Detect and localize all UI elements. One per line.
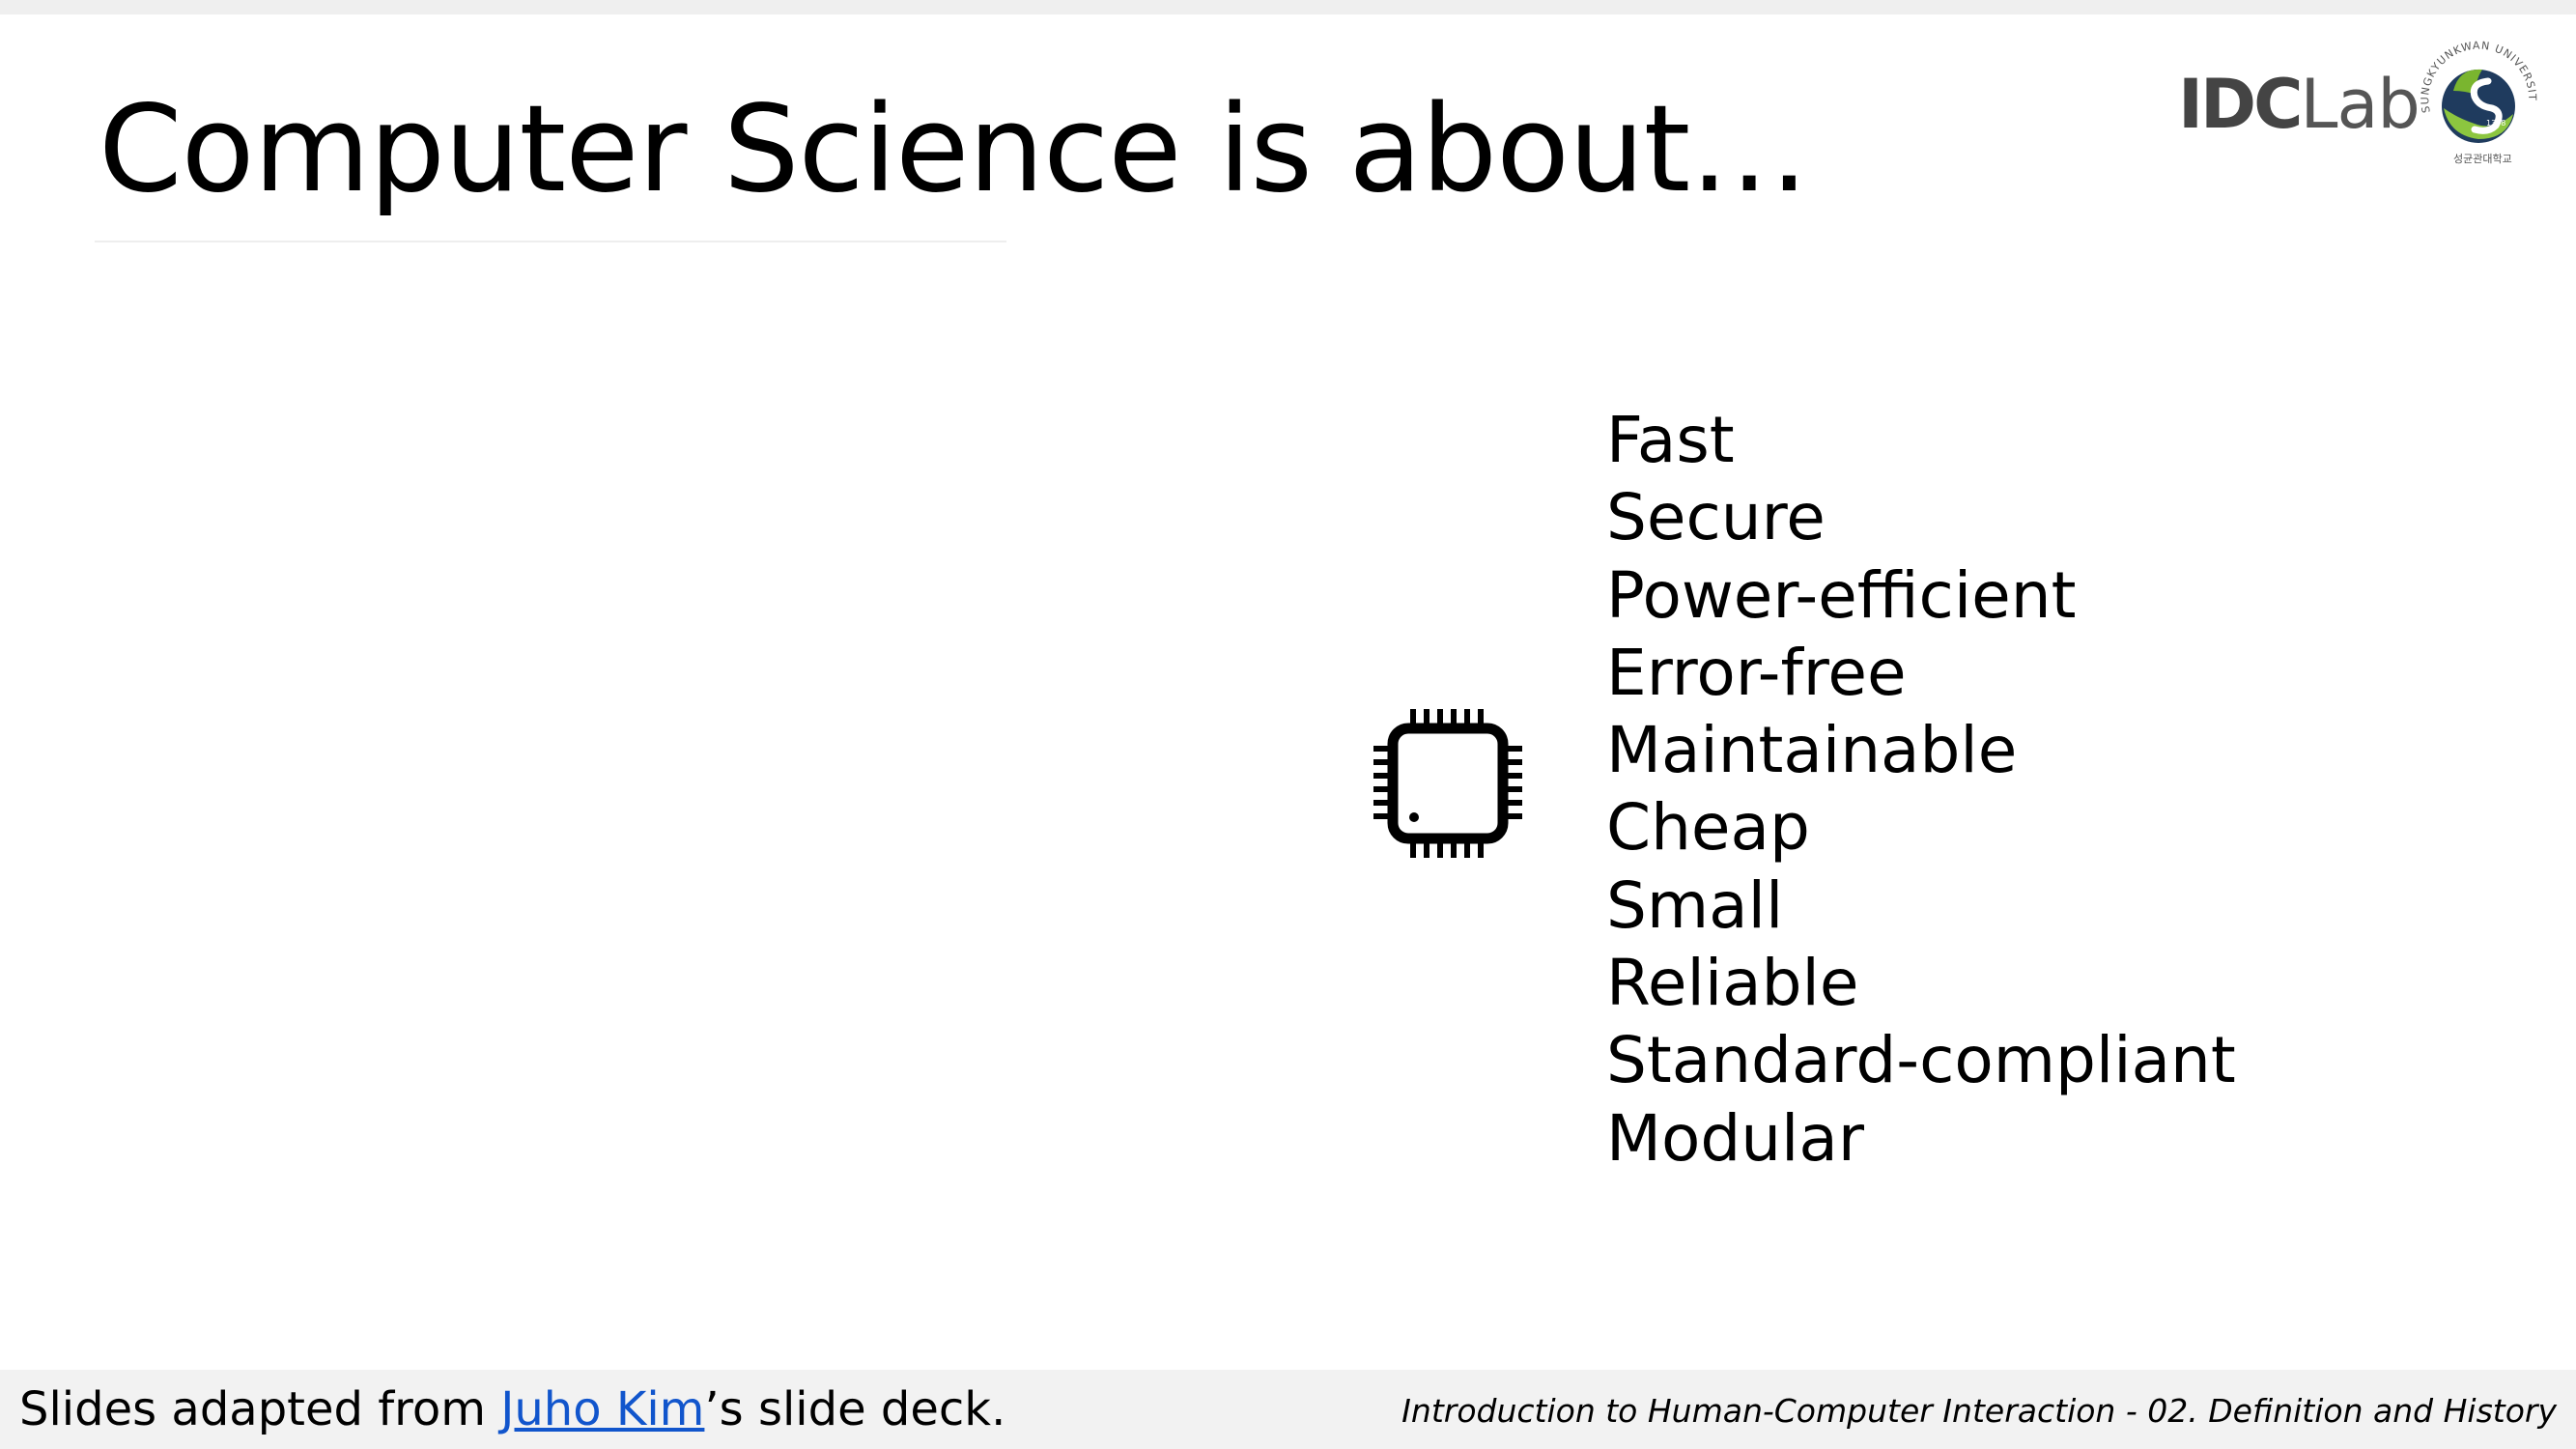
list-item: Secure <box>1606 480 1826 555</box>
property-list: Fast Secure Power-efficient Error-free M… <box>1606 402 2236 1178</box>
credit-prefix: Slides adapted from <box>19 1382 501 1436</box>
list-item: Fast <box>1606 403 1735 477</box>
list-item: Error-free <box>1606 635 1907 710</box>
credit-text: Slides adapted from Juho Kim’s slide dec… <box>19 1378 1005 1441</box>
university-seal-logo: 1398 SUNGKYUNKWAN UNIVERSITY 성균관대학교 <box>2411 37 2537 165</box>
list-item: Small <box>1606 867 1784 943</box>
slide-title: Computer Science is about… <box>99 80 1809 219</box>
idclab-logo: IDCLab <box>2178 65 2420 144</box>
chip-icon <box>1373 709 1522 858</box>
seal-year: 1398 <box>2486 119 2505 128</box>
course-title: Introduction to Human-Computer Interacti… <box>1401 1392 2557 1430</box>
seal-korean: 성균관대학교 <box>2453 153 2512 165</box>
credit-suffix: ’s slide deck. <box>704 1382 1006 1436</box>
title-divider <box>95 241 1006 242</box>
juho-kim-link[interactable]: Juho Kim <box>500 1382 704 1436</box>
list-item: Modular <box>1606 1100 1864 1176</box>
list-item: Power-efficient <box>1606 557 2077 633</box>
top-strip <box>0 0 2576 14</box>
list-item: Maintainable <box>1606 713 2018 788</box>
list-item: Standard-compliant <box>1606 1023 2236 1098</box>
list-item: Reliable <box>1606 946 1859 1021</box>
idclab-logo-lab: Lab <box>2300 65 2420 144</box>
slide: Computer Science is about… IDCLab 1398 S… <box>0 0 2576 1449</box>
list-item: Cheap <box>1606 790 1810 866</box>
idclab-logo-idc: IDC <box>2178 65 2304 144</box>
